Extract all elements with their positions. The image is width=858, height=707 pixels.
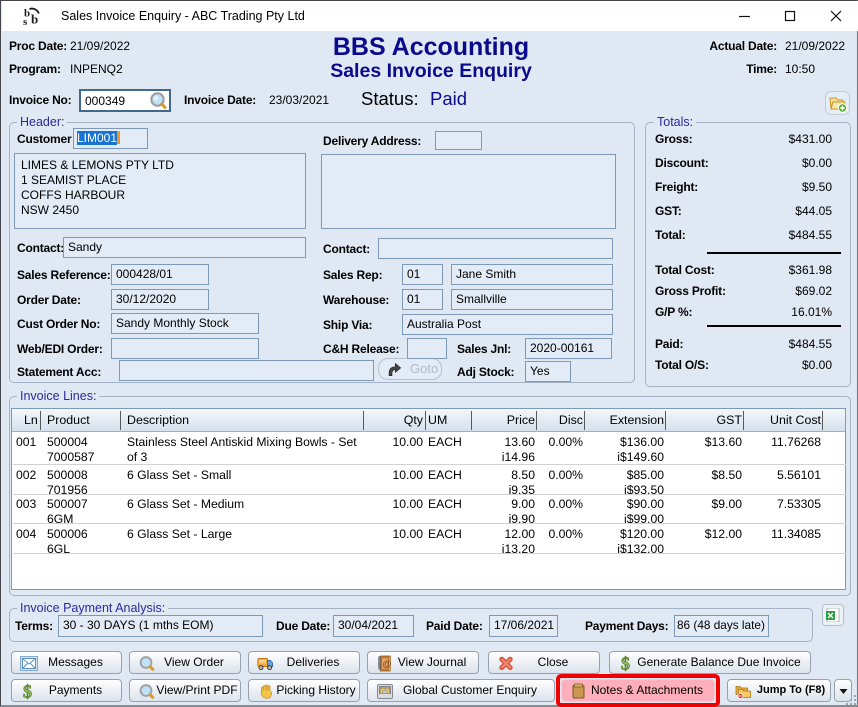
svg-text:@: @ — [382, 659, 391, 669]
svg-text:$: $ — [23, 683, 32, 700]
svg-text:b: b — [31, 12, 38, 27]
svg-text:s: s — [23, 16, 28, 27]
svg-text:$: $ — [621, 655, 630, 672]
